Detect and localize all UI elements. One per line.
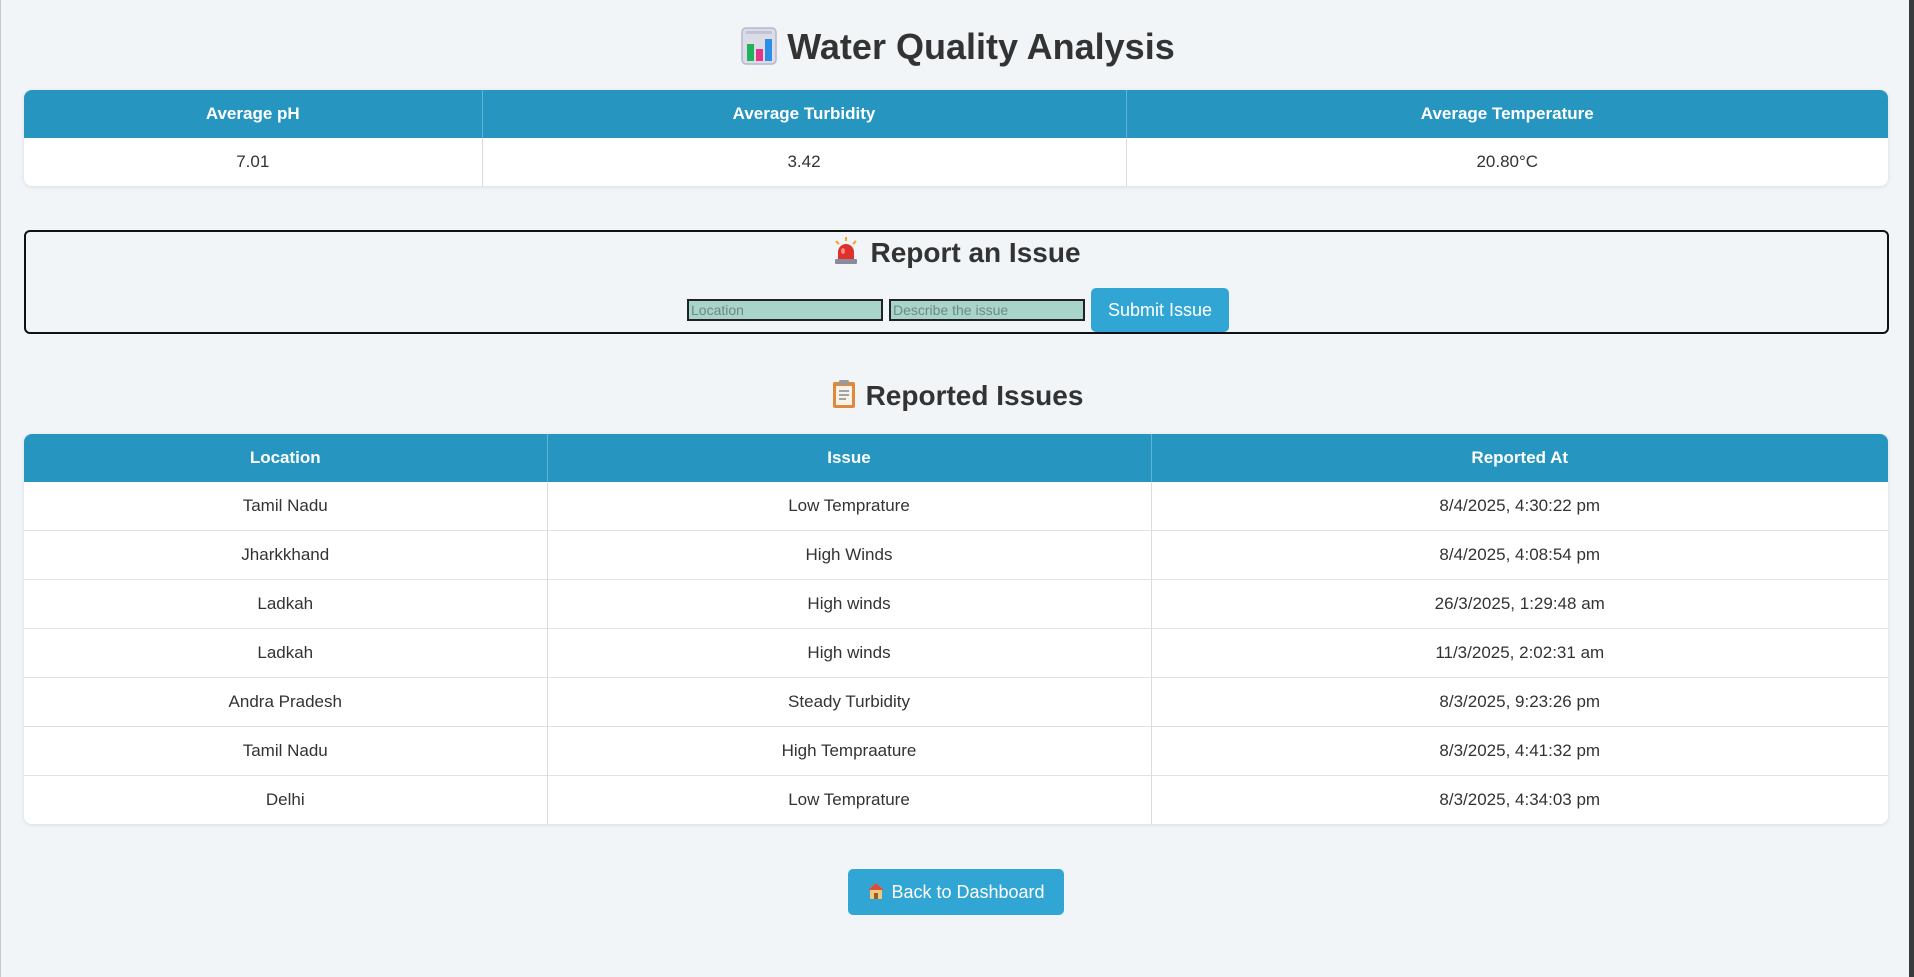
reported-at-cell: 26/3/2025, 1:29:48 am — [1151, 579, 1888, 629]
back-to-dashboard-button[interactable]: Back to Dashboard — [848, 869, 1064, 915]
issue-cell: High winds — [547, 579, 1152, 629]
report-issue-title-text: Report an Issue — [870, 237, 1081, 268]
clipboard-icon — [832, 379, 856, 420]
column-header: Issue — [547, 434, 1152, 482]
report-issue-form: Submit Issue — [26, 288, 1887, 332]
reported-at-cell: 11/3/2025, 2:02:31 am — [1151, 628, 1888, 678]
column-header: Average pH — [24, 90, 483, 138]
averages-table: Average pH Average Turbidity Average Tem… — [24, 90, 1888, 186]
location-cell: Tamil Nadu — [24, 726, 548, 776]
page-title-text: Water Quality Analysis — [787, 26, 1175, 67]
issue-cell: Steady Turbidity — [547, 677, 1152, 727]
issue-cell: High Winds — [547, 530, 1152, 580]
issue-cell: Low Temprature — [547, 775, 1152, 824]
average-ph-value: 7.01 — [24, 138, 483, 186]
location-cell: Jharkkhand — [24, 530, 548, 580]
column-header: Location — [24, 434, 548, 482]
location-cell: Tamil Nadu — [24, 482, 548, 531]
reported-at-cell: 8/3/2025, 9:23:26 pm — [1151, 677, 1888, 727]
issue-cell: Low Temprature — [547, 482, 1152, 531]
location-cell: Ladkah — [24, 628, 548, 678]
reported-at-cell: 8/3/2025, 4:41:32 pm — [1151, 726, 1888, 776]
siren-icon — [832, 236, 860, 277]
reported-issues-title-text: Reported Issues — [865, 380, 1084, 411]
column-header: Average Turbidity — [482, 90, 1127, 138]
report-issue-panel: Report an Issue Submit Issue — [24, 230, 1889, 334]
reported-at-cell: 8/4/2025, 4:30:22 pm — [1439, 496, 1601, 515]
table-row: Tamil Nadu High Tempraature 8/3/2025, 4:… — [24, 726, 1888, 776]
column-header: Reported At — [1151, 434, 1888, 482]
reported-issues-title: Reported Issues — [1, 376, 1914, 420]
averages-value-row: 7.01 3.42 20.80°C — [24, 138, 1888, 186]
location-input[interactable] — [687, 299, 883, 321]
issues-header-row: Location Issue Reported At — [24, 434, 1888, 482]
average-turbidity-value: 3.42 — [482, 138, 1127, 186]
bar-chart-icon — [741, 27, 778, 78]
averages-header-row: Average pH Average Turbidity Average Tem… — [24, 90, 1888, 138]
table-row: Ladkah High winds 26/3/2025, 1:29:48 am — [24, 579, 1888, 629]
column-header: Average Temperature — [1126, 90, 1888, 138]
location-cell: Ladkah — [24, 579, 548, 629]
submit-issue-button[interactable]: Submit Issue — [1091, 288, 1229, 332]
issue-cell: High Tempraature — [547, 726, 1152, 776]
table-row: Andra Pradesh Steady Turbidity 8/3/2025,… — [24, 677, 1888, 727]
table-row: Delhi Low Temprature 8/3/2025, 4:34:03 p… — [24, 775, 1888, 824]
back-to-dashboard-label: Back to Dashboard — [891, 882, 1045, 902]
average-temperature-value: 20.80°C — [1476, 152, 1539, 171]
table-row: Tamil Nadu Low Temprature 8/4/2025, 4:30… — [24, 482, 1888, 531]
page-title: Water Quality Analysis — [1, 22, 1914, 78]
issue-description-input[interactable] — [889, 299, 1085, 321]
window-edge — [1909, 0, 1914, 977]
reported-at-cell: 8/4/2025, 4:08:54 pm — [1151, 530, 1888, 580]
reported-issues-table: Location Issue Reported At Tamil Nadu Lo… — [24, 434, 1888, 824]
house-icon — [867, 871, 885, 917]
report-issue-title: Report an Issue — [26, 233, 1887, 277]
location-cell: Delhi — [24, 775, 548, 824]
table-row: Ladkah High winds 11/3/2025, 2:02:31 am — [24, 628, 1888, 678]
location-cell: Andra Pradesh — [24, 677, 548, 727]
table-row: Jharkkhand High Winds 8/4/2025, 4:08:54 … — [24, 530, 1888, 580]
issue-cell: High winds — [547, 628, 1152, 678]
reported-at-cell: 8/3/2025, 4:34:03 pm — [1151, 775, 1888, 824]
